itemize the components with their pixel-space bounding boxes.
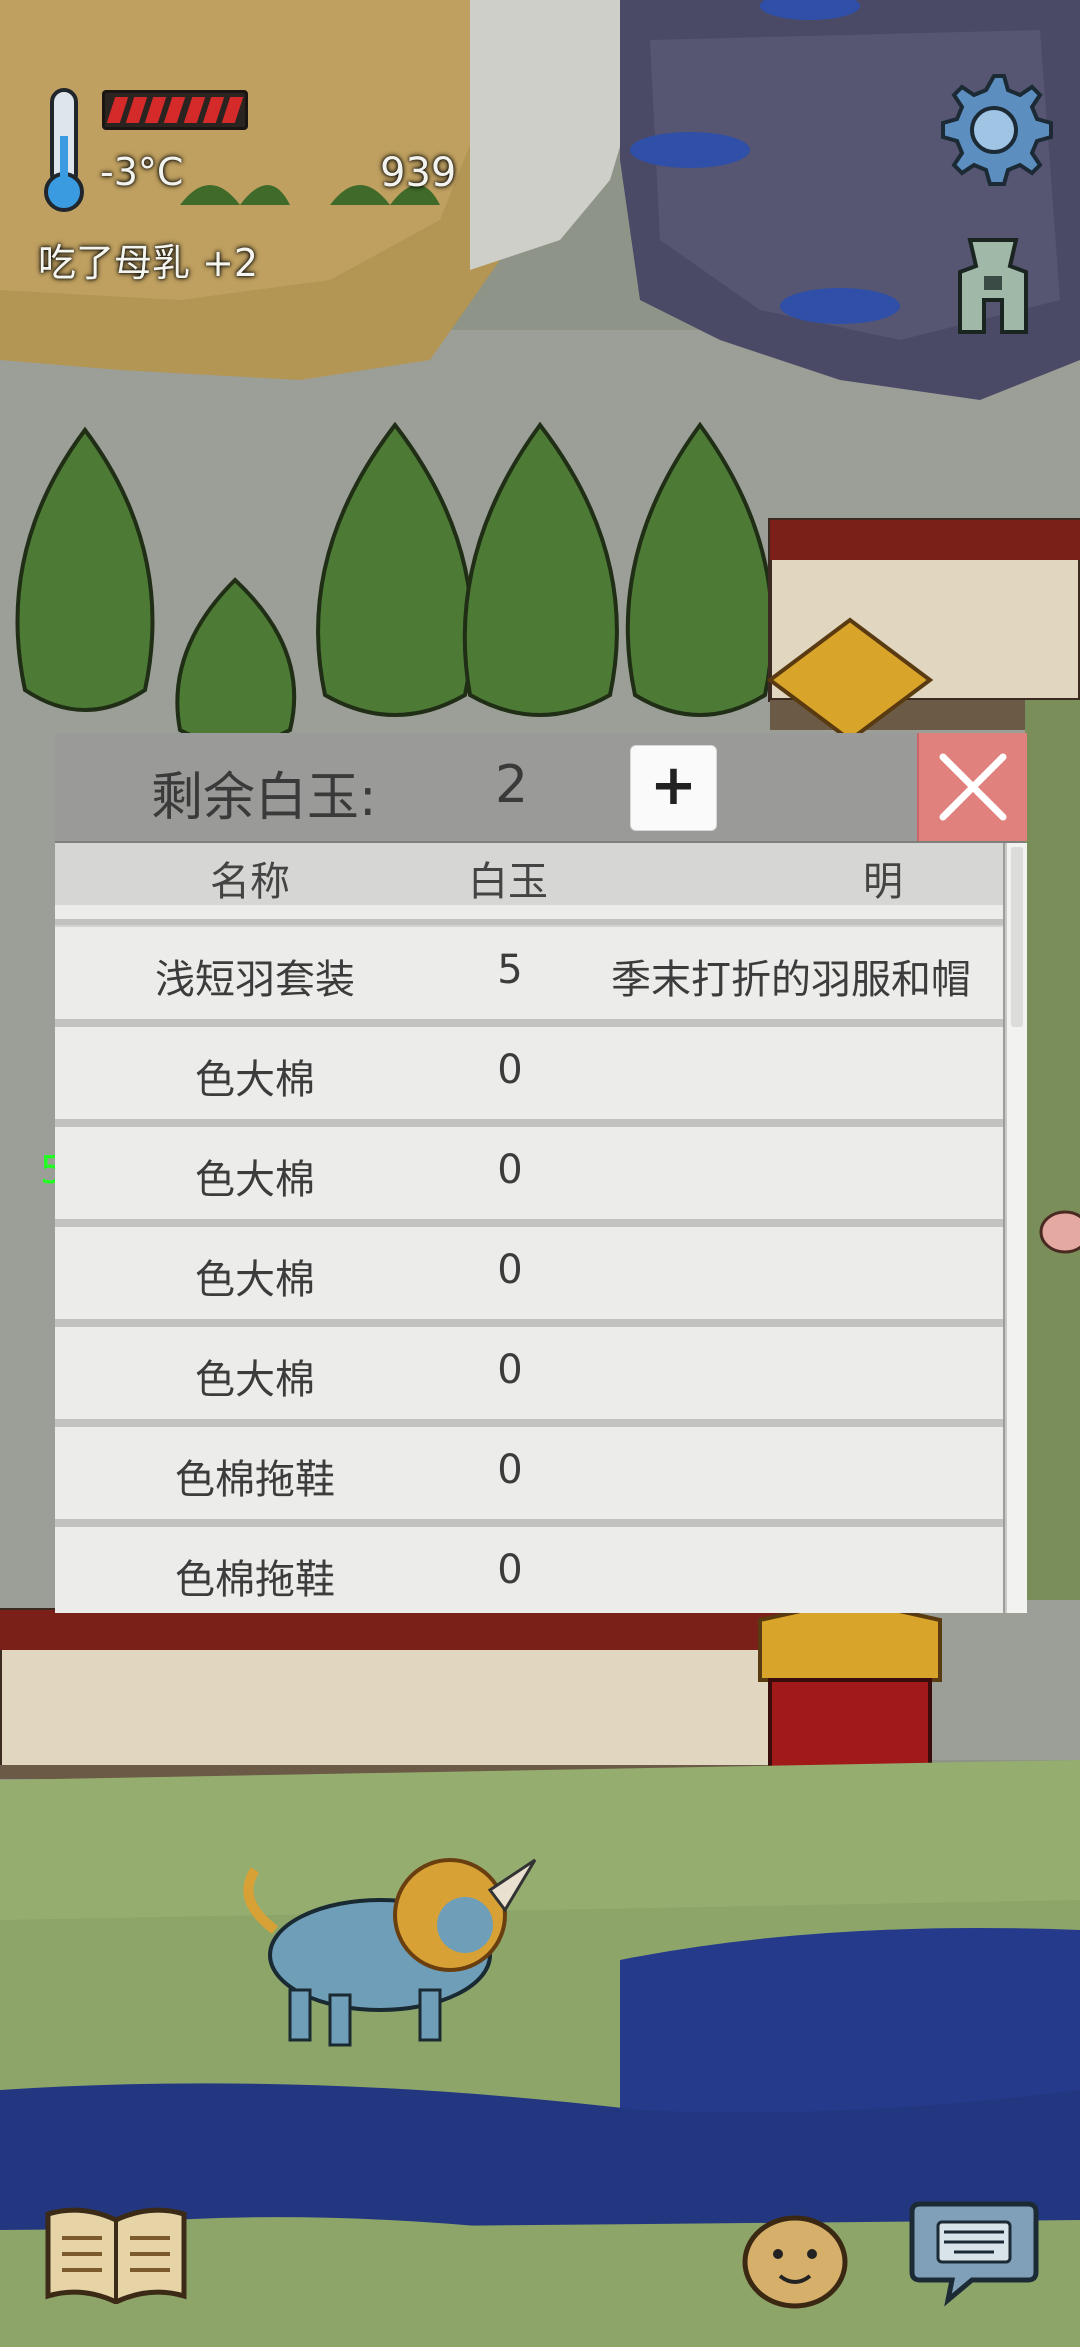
item-jade-cost: 0: [497, 1247, 523, 1293]
item-name: 色棉拖鞋: [175, 1457, 335, 1503]
item-jade-cost: 5: [497, 947, 523, 993]
health-bar: [102, 90, 248, 130]
item-jade-cost: 0: [497, 1347, 523, 1393]
remaining-jade-label: 剩余白玉:: [151, 768, 377, 828]
column-jade-header: 白玉: [468, 859, 548, 905]
gear-icon[interactable]: [934, 70, 1054, 190]
add-jade-button[interactable]: +: [630, 745, 717, 831]
panel-header: 剩余白玉: 2 +: [55, 733, 1027, 843]
game-world[interactable]: -3°C 939 吃了母乳 +2 56 剩余白玉: 2 + 名称 白玉: [0, 0, 1080, 2347]
item-name: 色大棉: [195, 1057, 315, 1103]
status-message: 吃了母乳 +2: [38, 241, 259, 285]
scrollbar-thumb[interactable]: [1011, 847, 1023, 1027]
close-icon: [939, 753, 1007, 821]
jade-shop-panel: 剩余白玉: 2 + 名称 白玉 明 浅短羽套装 5 季末打折的羽服和帽 色大棉 …: [55, 733, 1027, 1613]
column-desc-header: 明: [863, 859, 903, 905]
column-name-header: 名称: [210, 859, 290, 905]
item-name: 色大棉: [195, 1157, 315, 1203]
close-button[interactable]: [917, 733, 1027, 841]
table-row[interactable]: 色棉拖鞋 0: [55, 1527, 1003, 1613]
open-book-icon[interactable]: [42, 2204, 190, 2304]
item-jade-cost: 0: [497, 1047, 523, 1093]
item-name: 色大棉: [195, 1357, 315, 1403]
keyboard-speech-bubble-icon[interactable]: [908, 2196, 1040, 2308]
table-scrollbar[interactable]: [1005, 843, 1027, 1613]
potato-face-icon[interactable]: [740, 2210, 850, 2310]
item-jade-cost: 0: [497, 1147, 523, 1193]
item-table[interactable]: 名称 白玉 明 浅短羽套装 5 季末打折的羽服和帽 色大棉 0 色大棉 0 色大…: [55, 843, 1003, 1613]
thermometer-icon: [44, 88, 84, 212]
ancient-coin-icon[interactable]: [950, 236, 1036, 336]
table-row[interactable]: 色大棉 0: [55, 1327, 1003, 1427]
table-row[interactable]: 色棉拖鞋 0: [55, 1427, 1003, 1527]
table-header: 名称 白玉 明: [55, 843, 1003, 908]
item-jade-cost: 0: [497, 1447, 523, 1493]
food-counter: 939: [380, 150, 457, 196]
temperature-readout: -3°C: [100, 150, 184, 194]
table-row[interactable]: 色大棉 0: [55, 1227, 1003, 1327]
item-description: 季末打折的羽服和帽: [611, 957, 971, 1003]
table-row[interactable]: 色大棉 0: [55, 1127, 1003, 1227]
remaining-jade-count: 2: [495, 755, 529, 815]
item-name: 浅短羽套装: [155, 957, 355, 1003]
item-jade-cost: 0: [497, 1547, 523, 1593]
item-name: 色大棉: [195, 1257, 315, 1303]
table-row[interactable]: 浅短羽套装 5 季末打折的羽服和帽: [55, 927, 1003, 1027]
table-row[interactable]: 色大棉 0: [55, 1027, 1003, 1127]
item-name: 色棉拖鞋: [175, 1557, 335, 1603]
